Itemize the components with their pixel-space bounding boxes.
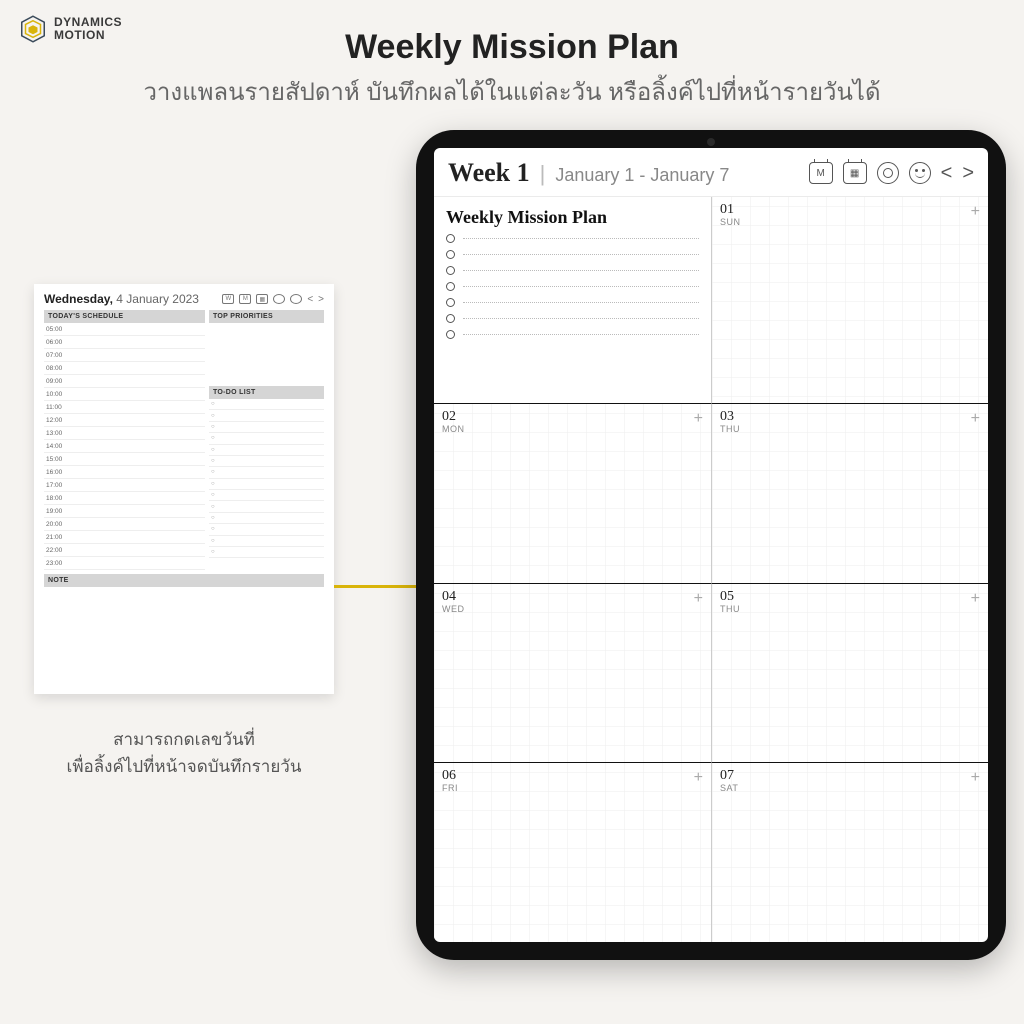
schedule-row: 23:00 <box>44 557 205 570</box>
month-icon[interactable]: M <box>239 294 251 304</box>
day-cell-04[interactable]: 04WED + <box>434 583 711 763</box>
day-cell-06[interactable]: 06FRI + <box>434 762 711 942</box>
note-area <box>44 587 324 697</box>
day-cell-05[interactable]: 05THU + <box>711 583 988 763</box>
target-icon[interactable] <box>273 294 285 304</box>
daily-date: Wednesday, 4 January 2023 <box>44 292 199 306</box>
todo-row: ○ <box>209 524 324 535</box>
month-view-icon[interactable]: M <box>809 162 833 184</box>
note-heading: NOTE <box>44 574 324 587</box>
plus-icon[interactable]: + <box>971 410 980 428</box>
mission-row[interactable] <box>446 282 699 291</box>
schedule-row: 22:00 <box>44 544 205 557</box>
todo-row: ○ <box>209 479 324 490</box>
todo-row: ○ <box>209 399 324 410</box>
day-cell-02[interactable]: 02MON + <box>434 403 711 583</box>
separator: | <box>540 161 546 187</box>
mission-row[interactable] <box>446 298 699 307</box>
schedule-row: 08:00 <box>44 362 205 375</box>
mission-row[interactable] <box>446 234 699 243</box>
daily-preview-card: Wednesday, 4 January 2023 W M ▦ < > TODA… <box>34 284 334 694</box>
schedule-row: 19:00 <box>44 505 205 518</box>
schedule-heading: TODAY'S SCHEDULE <box>44 310 205 323</box>
todo-row: ○ <box>209 547 324 558</box>
schedule-row: 06:00 <box>44 336 205 349</box>
mission-row[interactable] <box>446 314 699 323</box>
todo-row: ○ <box>209 536 324 547</box>
schedule-row: 15:00 <box>44 453 205 466</box>
schedule-row: 11:00 <box>44 401 205 414</box>
schedule-row: 17:00 <box>44 479 205 492</box>
week-icon[interactable]: W <box>222 294 234 304</box>
schedule-row: 05:00 <box>44 323 205 336</box>
todo-row: ○ <box>209 467 324 478</box>
plus-icon[interactable]: + <box>694 410 703 428</box>
smile-icon[interactable] <box>909 162 931 184</box>
week-range: January 1 - January 7 <box>555 165 729 186</box>
schedule-row: 18:00 <box>44 492 205 505</box>
day-cell-03[interactable]: 03THU + <box>711 403 988 583</box>
priorities-heading: TOP PRIORITIES <box>209 310 324 323</box>
next-icon[interactable]: > <box>318 294 324 304</box>
schedule-row: 13:00 <box>44 427 205 440</box>
schedule-row: 07:00 <box>44 349 205 362</box>
plus-icon[interactable]: + <box>694 590 703 608</box>
day-cell-01[interactable]: 01SUN + <box>711 197 988 403</box>
tablet-screen: Week 1 | January 1 - January 7 M ▦ < > W… <box>434 148 988 942</box>
todo-row: ○ <box>209 456 324 467</box>
plus-icon[interactable]: + <box>971 769 980 787</box>
tablet-frame: Week 1 | January 1 - January 7 M ▦ < > W… <box>416 130 1006 960</box>
mission-cell: Weekly Mission Plan <box>434 197 711 403</box>
prev-icon[interactable]: < <box>307 294 313 304</box>
schedule-list: 05:00 06:00 07:00 08:00 09:00 10:00 11:0… <box>44 323 205 570</box>
todo-row: ○ <box>209 513 324 524</box>
mission-row[interactable] <box>446 250 699 259</box>
week-label: Week 1 <box>448 158 530 188</box>
schedule-row: 09:00 <box>44 375 205 388</box>
page-subtitle: วางแพลนรายสัปดาห์ บันทึกผลได้ในแต่ละวัน … <box>0 72 1024 111</box>
schedule-row: 10:00 <box>44 388 205 401</box>
schedule-row: 16:00 <box>44 466 205 479</box>
schedule-row: 21:00 <box>44 531 205 544</box>
schedule-row: 20:00 <box>44 518 205 531</box>
calendar-icon[interactable]: ▦ <box>256 294 268 304</box>
daily-toolbar: W M ▦ < > <box>222 294 324 304</box>
todo-heading: TO-DO LIST <box>209 386 324 399</box>
todo-row: ○ <box>209 422 324 433</box>
todo-row: ○ <box>209 501 324 512</box>
schedule-row: 14:00 <box>44 440 205 453</box>
mission-row[interactable] <box>446 330 699 339</box>
mission-row[interactable] <box>446 266 699 275</box>
calendar-icon[interactable]: ▦ <box>843 162 867 184</box>
plus-icon[interactable]: + <box>971 590 980 608</box>
mission-title: Weekly Mission Plan <box>434 197 711 234</box>
page-title: Weekly Mission Plan <box>0 28 1024 67</box>
todo-row: ○ <box>209 445 324 456</box>
next-week-button[interactable]: > <box>962 162 974 185</box>
todo-row: ○ <box>209 410 324 421</box>
plus-icon[interactable]: + <box>971 203 980 221</box>
camera-icon <box>707 138 715 146</box>
week-header: Week 1 | January 1 - January 7 M ▦ < > <box>434 148 988 197</box>
week-grid: Weekly Mission Plan 01SUN + <box>434 197 988 942</box>
target-icon[interactable] <box>877 162 899 184</box>
plus-icon[interactable]: + <box>694 769 703 787</box>
todo-row: ○ <box>209 490 324 501</box>
todo-row: ○ <box>209 433 324 444</box>
day-cell-07[interactable]: 07SAT + <box>711 762 988 942</box>
prev-week-button[interactable]: < <box>941 162 953 185</box>
smile-icon[interactable] <box>290 294 302 304</box>
daily-caption: สามารถกดเลขวันที่ เพื่อลิ้งค์ไปที่หน้าจด… <box>34 726 334 780</box>
schedule-row: 12:00 <box>44 414 205 427</box>
